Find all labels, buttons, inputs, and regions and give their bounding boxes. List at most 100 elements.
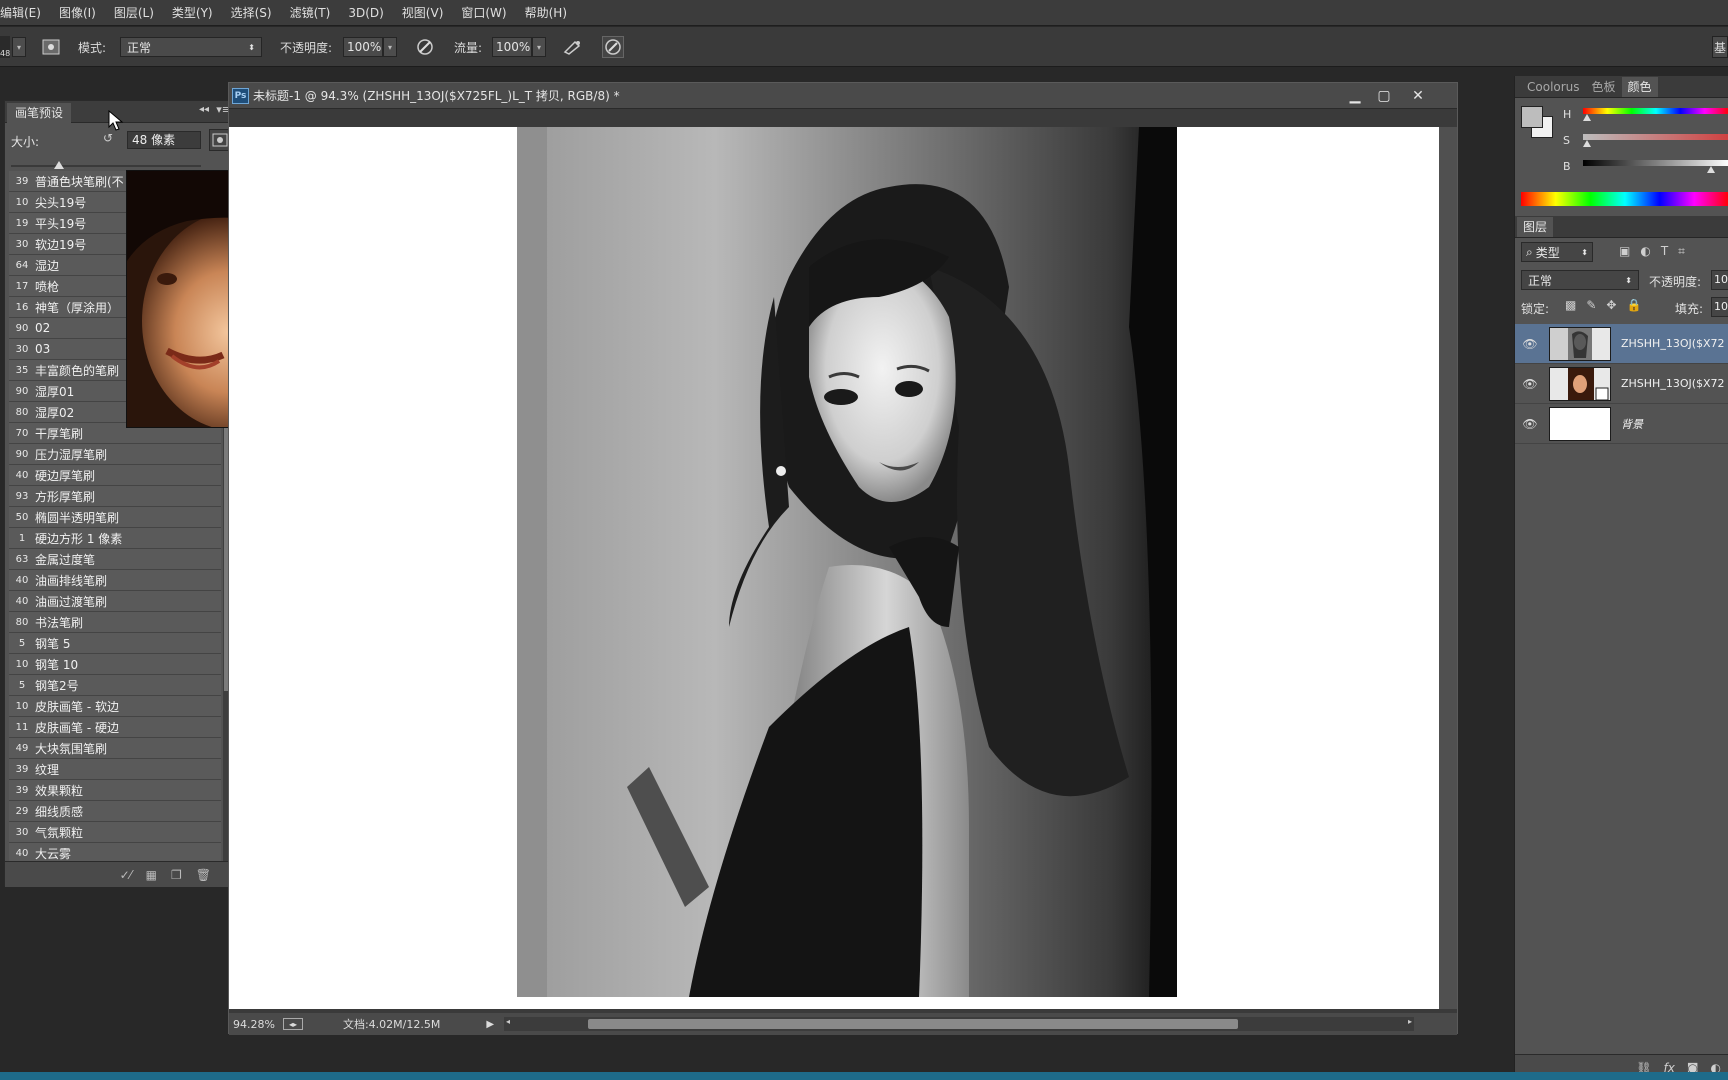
tab-layers[interactable]: 图层 [1517, 217, 1554, 237]
visibility-eye-icon[interactable]: 👁 [1515, 417, 1545, 431]
menu-layer[interactable]: 图层(L) [105, 0, 163, 26]
workspace-button[interactable]: 基 [1712, 36, 1728, 58]
status-menu-arrow-icon[interactable]: ▶ [486, 1019, 494, 1030]
brush-preset-item[interactable]: 40 油画过渡笔刷 [9, 591, 221, 612]
document-canvas[interactable] [229, 127, 1439, 1009]
document-titlebar[interactable]: Ps 未标题-1 @ 94.3% (ZHSHH_13OJ($X725FL_)L_… [229, 83, 1457, 109]
zoom-readout[interactable]: 94.28% [233, 1018, 275, 1031]
brush-grid-icon[interactable]: ▦ [146, 868, 157, 882]
hue-slider-thumb[interactable] [1583, 114, 1591, 121]
chevron-down-icon[interactable]: ▾ [383, 37, 397, 57]
trash-icon[interactable]: 🗑 [196, 868, 211, 882]
size-slider-thumb[interactable] [53, 161, 64, 169]
lock-icons: ▩ ✎ ✥ 🔒 [1565, 298, 1641, 312]
new-brush-icon[interactable]: ❐ [171, 868, 182, 882]
fill-field[interactable]: 10 [1711, 297, 1728, 317]
brush-preset-item[interactable]: 39 纹理 [9, 759, 221, 780]
brush-preset-item[interactable]: 5 钢笔 5 [9, 633, 221, 654]
airbrush-button[interactable] [562, 36, 584, 58]
brush-size-picker[interactable]: 48 ▾ [0, 36, 26, 58]
minimize-button[interactable]: ▁ [1342, 86, 1368, 106]
brightness-slider[interactable] [1583, 158, 1728, 174]
layer-row[interactable]: 👁 背景 [1515, 404, 1728, 444]
chevron-down-icon[interactable]: ▾ [532, 37, 546, 57]
menu-help[interactable]: 帮助(H) [516, 0, 576, 26]
saturation-slider-thumb[interactable] [1583, 140, 1591, 147]
collapse-icon[interactable]: ◂◂ [199, 104, 209, 115]
pressure-opacity-button[interactable] [414, 36, 436, 58]
brush-preset-item[interactable]: 11 皮肤画笔 - 硬边 [9, 717, 221, 738]
brush-preset-item[interactable]: 10 钢笔 10 [9, 654, 221, 675]
brush-preset-item[interactable]: 80 书法笔刷 [9, 612, 221, 633]
brush-preset-item[interactable]: 40 大云雾 [9, 843, 221, 861]
menu-type[interactable]: 类型(Y) [163, 0, 222, 26]
menu-window[interactable]: 窗口(W) [452, 0, 515, 26]
brush-preset-item[interactable]: 30 气氛颗粒 [9, 822, 221, 843]
size-input[interactable]: 48 像素 [127, 131, 201, 149]
lock-pixels-icon[interactable]: ✎ [1586, 298, 1596, 312]
brush-preset-item[interactable]: 50 椭圆半透明笔刷 [9, 507, 221, 528]
chevron-down-icon[interactable]: ▾ [12, 37, 26, 57]
mode-select[interactable]: 正常 ⬍ [120, 36, 262, 58]
brush-preset-item[interactable]: 1 硬边方形 1 像素 [9, 528, 221, 549]
mode-value: 正常 [127, 40, 152, 55]
flow-field[interactable]: 100% ▾ [492, 36, 546, 58]
brush-preset-item[interactable]: 93 方形厚笔刷 [9, 486, 221, 507]
brightness-slider-thumb[interactable] [1707, 166, 1715, 173]
adjustment-filter-icon[interactable]: ◐ [1640, 244, 1650, 259]
menu-edit[interactable]: 编辑(E) [0, 0, 50, 26]
toggle-brush-panel-icon[interactable]: ✓⁄ [120, 868, 132, 882]
hue-slider[interactable] [1583, 106, 1728, 122]
brush-preset-item[interactable]: 29 细线质感 [9, 801, 221, 822]
brush-size-number: 50 [15, 511, 29, 523]
maximize-button[interactable]: ▢ [1371, 86, 1397, 106]
brush-panel-toggle[interactable] [40, 36, 62, 58]
lock-transparency-icon[interactable]: ▩ [1565, 298, 1576, 312]
brush-preset-item[interactable]: 49 大块氛围笔刷 [9, 738, 221, 759]
brush-preset-item[interactable]: 90 压力湿厚笔刷 [9, 444, 221, 465]
foreground-color-swatch[interactable] [1521, 106, 1543, 128]
color-spectrum-ramp[interactable] [1521, 192, 1728, 206]
brush-preset-item[interactable]: 10 皮肤画笔 - 软边 [9, 696, 221, 717]
tab-coolorus[interactable]: Coolorus [1521, 77, 1586, 97]
lock-all-icon[interactable]: 🔒 [1626, 298, 1641, 312]
scroll-left-icon[interactable]: ◂ [506, 1017, 510, 1026]
saturation-slider[interactable] [1583, 132, 1728, 148]
brush-preset-item[interactable]: 40 油画排线笔刷 [9, 570, 221, 591]
menu-view[interactable]: 视图(V) [393, 0, 453, 26]
image-filter-icon[interactable]: ▣ [1619, 244, 1630, 259]
layer-row[interactable]: 👁 ZHSHH_13OJ($X72 [1515, 364, 1728, 404]
tab-brush-presets[interactable]: 画笔预设 [7, 103, 72, 123]
layer-opacity-field[interactable]: 10 [1711, 270, 1728, 290]
brush-preset-item[interactable]: 5 钢笔2号 [9, 675, 221, 696]
foreground-background-swatches[interactable] [1521, 106, 1555, 140]
pressure-size-button[interactable] [602, 36, 624, 58]
type-filter-icon[interactable]: T [1661, 244, 1668, 259]
brush-preset-item[interactable]: 63 金属过度笔 [9, 549, 221, 570]
blend-mode-select[interactable]: 正常 ⬍ [1521, 270, 1639, 290]
menu-filter[interactable]: 滤镜(T) [281, 0, 340, 26]
close-button[interactable]: ✕ [1405, 86, 1431, 106]
menu-select[interactable]: 选择(S) [222, 0, 281, 26]
brush-preset-item[interactable]: 40 硬边厚笔刷 [9, 465, 221, 486]
scrollbar-thumb[interactable] [588, 1019, 1239, 1029]
layer-filter-select[interactable]: ⌕ 类型 ⬍ [1521, 242, 1593, 262]
menu-image[interactable]: 图像(I) [50, 0, 105, 26]
horizontal-scrollbar[interactable]: ◂ ▸ [504, 1017, 1415, 1031]
brush-size-number: 70 [15, 427, 29, 439]
scroll-right-icon[interactable]: ▸ [1408, 1017, 1412, 1026]
shape-filter-icon[interactable]: ⌗ [1678, 244, 1685, 259]
brush-preset-item[interactable]: 39 效果颗粒 [9, 780, 221, 801]
menu-3d[interactable]: 3D(D) [339, 0, 392, 26]
opacity-value[interactable]: 100% [343, 37, 383, 57]
vertical-scrollbar[interactable] [1439, 127, 1457, 1009]
status-options-icon[interactable]: ◂▸ [282, 1018, 303, 1030]
lock-position-icon[interactable]: ✥ [1606, 298, 1616, 312]
visibility-eye-icon[interactable]: 👁 [1515, 337, 1545, 351]
visibility-eye-icon[interactable]: 👁 [1515, 377, 1545, 391]
flow-value[interactable]: 100% [492, 37, 532, 57]
tab-swatches[interactable]: 色板 [1586, 77, 1622, 97]
tab-color[interactable]: 颜色 [1621, 77, 1658, 97]
opacity-field[interactable]: 100% ▾ [343, 36, 397, 58]
layer-row[interactable]: 👁 ZHSHH_13OJ($X72 [1515, 324, 1728, 364]
